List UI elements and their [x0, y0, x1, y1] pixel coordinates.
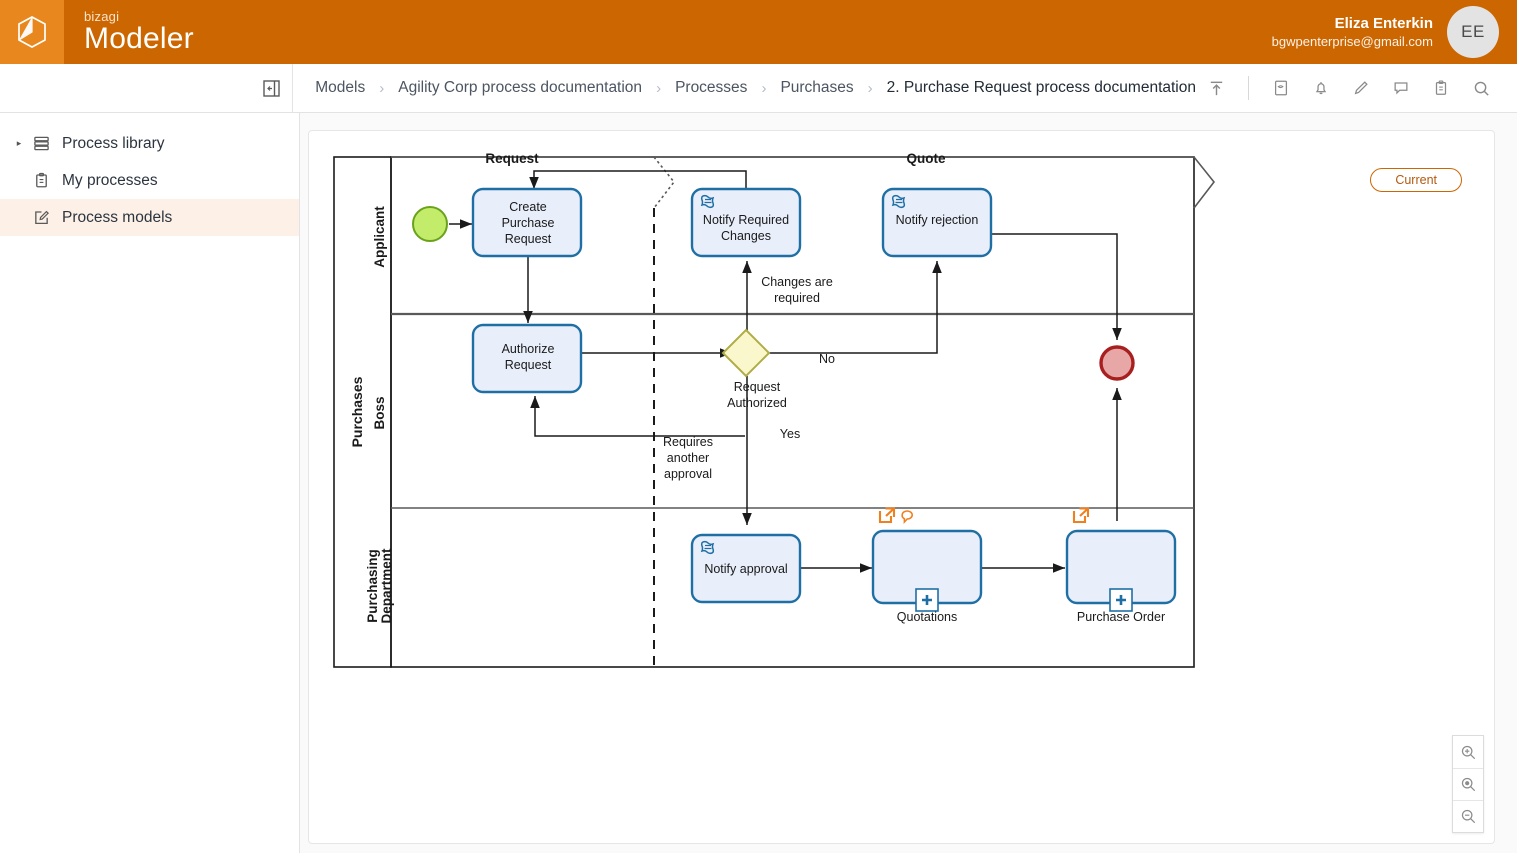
lane-label-purchasing-department: Purchasing Department: [365, 548, 394, 624]
sidebar-item-label: My processes: [62, 171, 158, 189]
start-event[interactable]: [412, 206, 448, 242]
breadcrumb-item-models[interactable]: Models: [315, 79, 365, 97]
flow-label-requires-3: approval: [664, 467, 712, 481]
flow-requires-another-approval: [530, 396, 745, 437]
task-label-line: Request: [505, 232, 552, 246]
task-label-line: Changes: [721, 229, 771, 243]
user-text: Eliza Enterkin bgwpenterprise@gmail.com: [1272, 15, 1433, 50]
bpmn-diagram[interactable]: Purchases Applicant Boss Purchasing Depa…: [309, 131, 1489, 831]
phase-label-quote: Quote: [907, 151, 946, 166]
flow-rejection-to-end: [991, 233, 1122, 340]
library-icon: [28, 135, 54, 152]
avatar[interactable]: EE: [1447, 6, 1499, 58]
gateway-label-line: Authorized: [727, 396, 787, 410]
task-label-line: Request: [505, 358, 552, 372]
task-label-line: Notify Required: [703, 213, 789, 227]
bell-icon[interactable]: [1301, 68, 1341, 108]
task-label-line: Notify approval: [704, 562, 787, 576]
app-logo[interactable]: [0, 0, 64, 64]
chevron-right-icon: ›: [867, 79, 873, 97]
task-label-line: Authorize: [502, 342, 555, 356]
pencil-icon[interactable]: [1341, 68, 1381, 108]
lane-label-boss: Boss: [372, 396, 387, 429]
breadcrumb-bar: Models › Agility Corp process documentat…: [0, 63, 1517, 113]
zoom-in-icon[interactable]: [1453, 736, 1483, 768]
task-authorize-request[interactable]: Authorize Request: [471, 323, 583, 394]
clipboard-icon[interactable]: [1421, 68, 1461, 108]
breadcrumb-item-agility-corp[interactable]: Agility Corp process documentation: [398, 79, 642, 97]
flow-labels: Changes are required No Yes Requires ano…: [663, 275, 835, 481]
user-block[interactable]: Eliza Enterkin bgwpenterprise@gmail.com …: [1272, 6, 1517, 58]
end-event[interactable]: [1099, 345, 1135, 381]
svg-text:Department: Department: [379, 548, 394, 624]
subprocess-purchase-order[interactable]: Purchase Order: [1065, 507, 1177, 625]
task-notify-rejection[interactable]: Notify rejection: [881, 187, 993, 258]
toolbar-separator: [1248, 76, 1249, 100]
sidebar: ▸ Process library My processes Process m…: [0, 113, 300, 853]
diagram-canvas[interactable]: Current Purchases Applicant Boss Purchas…: [308, 130, 1495, 844]
task-label-line: Notify rejection: [896, 213, 979, 227]
pool-label: Purchases: [349, 376, 365, 447]
flow-label-yes: Yes: [780, 427, 800, 441]
export-upload-icon[interactable]: [1196, 68, 1236, 108]
external-link-icon[interactable]: [1072, 507, 1090, 524]
sidebar-item-label: Process library: [62, 134, 165, 152]
zoom-out-icon[interactable]: [1453, 800, 1483, 832]
chevron-right-icon: ›: [761, 79, 767, 97]
task-create-purchase-request[interactable]: Create Purchase Request: [471, 187, 583, 258]
sidebar-item-process-models[interactable]: Process models: [0, 199, 299, 236]
comment-icon[interactable]: [901, 510, 913, 525]
flow-label-no: No: [819, 352, 835, 366]
sidebar-item-my-processes[interactable]: My processes: [0, 162, 299, 199]
collapse-panel-icon[interactable]: [250, 79, 292, 97]
comment-icon[interactable]: [1381, 68, 1421, 108]
flow-label-changes-required-2: required: [774, 291, 820, 305]
zoom-reset-icon[interactable]: [1453, 768, 1483, 800]
user-email: bgwpenterprise@gmail.com: [1271, 33, 1433, 49]
gateway-request-authorized[interactable]: Request Authorized: [721, 328, 787, 410]
sidebar-item-label: Process models: [62, 208, 173, 226]
search-icon[interactable]: [1461, 68, 1501, 108]
subprocess-quotations[interactable]: Quotations: [871, 507, 983, 625]
breadcrumb-item-purchases[interactable]: Purchases: [780, 79, 853, 97]
task-notify-required-changes[interactable]: Notify Required Changes: [690, 187, 802, 258]
content-area: Current Purchases Applicant Boss Purchas…: [300, 113, 1517, 853]
sidebar-item-process-library[interactable]: ▸ Process library: [0, 125, 299, 162]
task-label-line: Purchase: [502, 216, 555, 230]
external-link-icon[interactable]: [878, 507, 896, 524]
toolbar-divider-left: [292, 63, 294, 113]
flow-label-requires-2: another: [667, 451, 709, 465]
brand: bizagi Modeler: [84, 10, 194, 54]
subprocess-label: Quotations: [897, 610, 957, 624]
subprocess-label: Purchase Order: [1077, 610, 1165, 624]
breadcrumb: Models › Agility Corp process documentat…: [315, 79, 1196, 97]
svg-text:Purchasing: Purchasing: [365, 549, 380, 623]
brand-big: Modeler: [84, 22, 194, 55]
task-label-line: Create: [509, 200, 547, 214]
flow-label-changes-required-1: Changes are: [761, 275, 833, 289]
chevron-right-icon: ›: [656, 79, 662, 97]
lane-label-applicant: Applicant: [372, 206, 387, 268]
flow-label-requires-1: Requires: [663, 435, 713, 449]
breadcrumb-item-processes[interactable]: Processes: [675, 79, 747, 97]
caret-right-icon[interactable]: ▸: [10, 138, 28, 149]
task-notify-approval[interactable]: Notify approval: [690, 533, 802, 604]
toolbar: [1196, 68, 1517, 108]
chevron-right-icon: ›: [379, 79, 385, 97]
phase-label-request: Request: [485, 151, 539, 166]
zoom-controls: [1452, 735, 1484, 833]
edit-document-icon: [28, 209, 54, 226]
breadcrumb-item-current[interactable]: 2. Purchase Request process documentatio…: [887, 79, 1196, 97]
clipboard-icon: [28, 172, 54, 189]
user-name: Eliza Enterkin: [1334, 14, 1433, 32]
cube-logo-icon: [17, 15, 47, 49]
gateway-label-line: Request: [734, 380, 781, 394]
app-header: bizagi Modeler Eliza Enterkin bgwpenterp…: [0, 0, 1517, 64]
document-icon[interactable]: [1261, 68, 1301, 108]
